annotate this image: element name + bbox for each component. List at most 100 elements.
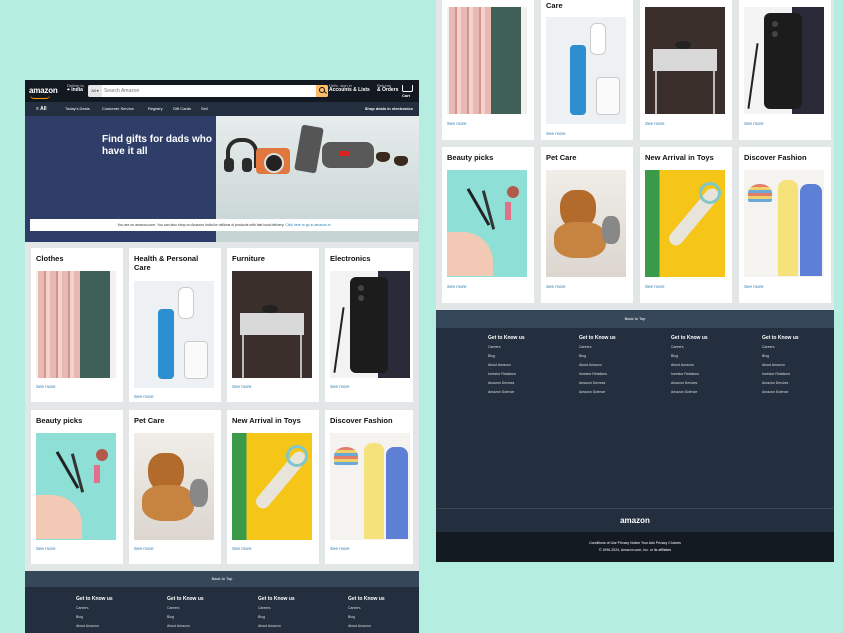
see-more-link[interactable]: See more (36, 546, 56, 551)
footer-link[interactable]: Amazon Science (762, 388, 799, 397)
footer-amazon-logo[interactable]: amazon (436, 516, 834, 525)
footer-link[interactable]: Careers (167, 604, 204, 613)
account-menu[interactable]: Hello, sign in Accounts & Lists (329, 83, 370, 93)
see-more-link[interactable]: See more (134, 546, 154, 551)
see-more-link[interactable]: See more (645, 121, 665, 126)
footer-column: Get to Know us Careers Blog About Amazon (167, 595, 204, 631)
card-electronics[interactable]: See more (739, 0, 831, 140)
card-furniture[interactable]: See more (640, 0, 732, 140)
subnav-customer-service[interactable]: Customer Service (102, 106, 134, 111)
card-clothes[interactable]: Clothes See more (31, 248, 123, 402)
see-more-link[interactable]: See more (546, 284, 566, 289)
footer-link[interactable]: Careers (762, 343, 799, 352)
footer-link[interactable]: Investor Relations (762, 370, 799, 379)
footer-column: Get to Know us Careers Blog About Amazon (348, 595, 385, 631)
footer-heading: Get to Know us (348, 596, 385, 602)
see-more-link[interactable]: See more (447, 121, 467, 126)
back-to-top-button[interactable]: Back to Top (25, 571, 419, 587)
footer-link[interactable]: Careers (488, 343, 525, 352)
footer-link[interactable]: Blog (488, 352, 525, 361)
footer-link[interactable]: Blog (579, 352, 616, 361)
footer-heading: Get to Know us (167, 596, 204, 602)
see-more-link[interactable]: See more (546, 131, 566, 136)
see-more-link[interactable]: See more (744, 284, 764, 289)
see-more-link[interactable]: See more (330, 384, 350, 389)
card-furniture[interactable]: Furniture See more (227, 248, 319, 402)
footer-link[interactable]: Amazon Science (488, 388, 525, 397)
amazon-in-link[interactable]: Click here to go to amazon.in (285, 223, 330, 227)
see-more-link[interactable]: See more (645, 284, 665, 289)
footer-column: Get to Know us Careers Blog About Amazon… (579, 334, 616, 397)
card-beauty-picks[interactable]: Beauty picks See more (31, 410, 123, 564)
see-more-link[interactable]: See more (330, 546, 350, 551)
back-to-top-button[interactable]: Back to Top (436, 310, 834, 328)
footer-link[interactable]: About Amazon (167, 622, 204, 631)
deliver-to[interactable]: Deliver to ⌖ India (67, 83, 84, 93)
subnav-sell[interactable]: Sell (201, 106, 208, 111)
card-health-personal-care[interactable]: Health & Personal Care See more (129, 248, 221, 402)
footer-link[interactable]: Blog (348, 613, 385, 622)
footer-link[interactable]: Careers (76, 604, 113, 613)
see-more-link[interactable]: See more (232, 546, 252, 551)
footer-link[interactable]: Amazon Science (671, 388, 708, 397)
footer-link[interactable]: Careers (348, 604, 385, 613)
search-category-select[interactable]: All ▾ (88, 85, 102, 97)
footer-link[interactable]: Careers (579, 343, 616, 352)
footer-link[interactable]: Investor Relations (488, 370, 525, 379)
returns-orders[interactable]: Returns & Orders (377, 83, 398, 93)
footer-link[interactable]: Investor Relations (671, 370, 708, 379)
subnav-todays-deals[interactable]: Today's Deals (65, 106, 90, 111)
card-beauty-picks[interactable]: Beauty picks See more (442, 147, 534, 303)
footer-link[interactable]: Careers (671, 343, 708, 352)
footer-link[interactable]: Blog (76, 613, 113, 622)
footer-link[interactable]: Blog (671, 352, 708, 361)
card-health-personal-care[interactable]: Care See more (541, 0, 633, 140)
footer-link[interactable]: Blog (258, 613, 295, 622)
card-pet-care[interactable]: Pet Care See more (129, 410, 221, 564)
cart-button[interactable]: Cart (400, 83, 415, 99)
card-new-arrival-toys[interactable]: New Arrival in Toys See more (227, 410, 319, 564)
card-pet-care[interactable]: Pet Care See more (541, 147, 633, 303)
footer-link[interactable]: About Amazon (579, 361, 616, 370)
footer-link[interactable]: Amazon Science (579, 388, 616, 397)
subnav-gift-cards[interactable]: Gift Cards (173, 106, 191, 111)
search-input[interactable]: Search Amazon (104, 85, 139, 97)
see-more-link[interactable]: See more (36, 384, 56, 389)
see-more-link[interactable]: See more (744, 121, 764, 126)
card-discover-fashion[interactable]: Discover Fashion See more (739, 147, 831, 303)
card-title: Clothes (36, 254, 64, 263)
card-new-arrival-toys[interactable]: New Arrival in Toys See more (640, 147, 732, 303)
card-title: Discover Fashion (744, 153, 807, 162)
footer-link[interactable]: Blog (167, 613, 204, 622)
footer-link[interactable]: About Amazon (76, 622, 113, 631)
footer-link[interactable]: About Amazon (762, 361, 799, 370)
footer-link[interactable]: About Amazon (348, 622, 385, 631)
card-title-partial: Care (546, 1, 563, 10)
footer-link[interactable]: About Amazon (488, 361, 525, 370)
clothes-image (447, 7, 527, 114)
footer-link[interactable]: Amazon Devices (488, 379, 525, 388)
subnav-registry[interactable]: Registry (148, 106, 163, 111)
card-discover-fashion[interactable]: Discover Fashion See more (325, 410, 413, 564)
footer-link[interactable]: Amazon Devices (762, 379, 799, 388)
electronics-image (744, 7, 824, 114)
card-electronics[interactable]: Electronics See more (325, 248, 413, 402)
amazon-logo[interactable]: amazon (29, 86, 58, 95)
search-button[interactable] (316, 85, 328, 97)
footer-link[interactable]: About Amazon (671, 361, 708, 370)
all-menu-button[interactable]: ≡ All (36, 106, 47, 112)
hero-banner[interactable]: Find gifts for dads who have it all You … (25, 116, 419, 242)
footer-link[interactable]: Investor Relations (579, 370, 616, 379)
footer-link[interactable]: Amazon Devices (579, 379, 616, 388)
legal-links[interactable]: Conditions of Use Privacy Notice Your Ad… (436, 541, 834, 545)
see-more-link[interactable]: See more (232, 384, 252, 389)
footer-link[interactable]: Blog (762, 352, 799, 361)
footer-link[interactable]: About Amazon (258, 622, 295, 631)
card-clothes[interactable]: See more (442, 0, 534, 140)
account-label: Accounts & Lists (329, 87, 370, 93)
see-more-link[interactable]: See more (134, 394, 154, 399)
subnav-promo[interactable]: Shop deals in electronics (365, 106, 413, 111)
footer-link[interactable]: Careers (258, 604, 295, 613)
see-more-link[interactable]: See more (447, 284, 467, 289)
footer-link[interactable]: Amazon Devices (671, 379, 708, 388)
